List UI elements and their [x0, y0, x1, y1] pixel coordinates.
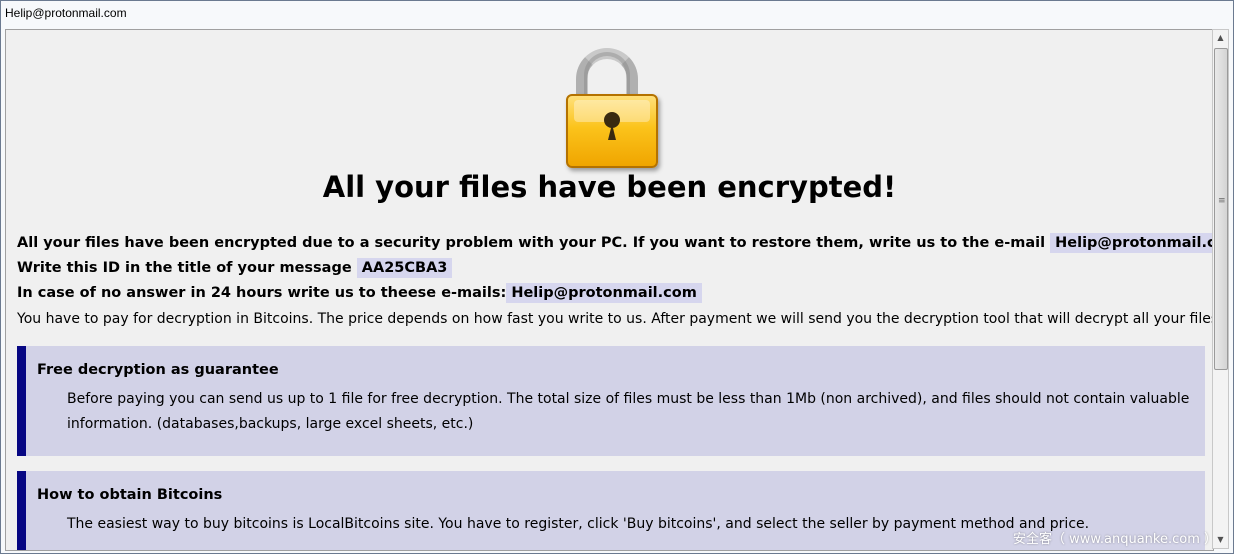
victim-id[interactable]: AA25CBA3 [356, 258, 453, 278]
message-text: Write this ID in the title of your messa… [17, 260, 352, 276]
window-title: Helip@protonmail.com [5, 6, 127, 20]
contact-email[interactable]: Helip@protonmail.com [1050, 233, 1213, 253]
panel-title: How to obtain Bitcoins [37, 487, 223, 503]
ransom-note-window: Helip@protonmail.com All your files have… [0, 0, 1234, 554]
message-line-2: Write this ID in the title of your messa… [17, 258, 453, 278]
message-text: All your files have been encrypted due t… [17, 235, 1046, 251]
padlock-icon [562, 44, 662, 168]
vertical-scrollbar[interactable]: ▲ ≡ ▼ [1212, 29, 1229, 549]
backup-email[interactable]: Helip@protonmail.com [506, 283, 702, 303]
message-text: In case of no answer in 24 hours write u… [17, 285, 507, 301]
message-line-1: All your files have been encrypted due t… [17, 233, 1213, 253]
message-line-4: You have to pay for decryption in Bitcoi… [17, 311, 1214, 327]
note-content: All your files have been encrypted! All … [5, 29, 1214, 551]
message-line-3: In case of no answer in 24 hours write u… [17, 283, 702, 303]
scroll-up-icon[interactable]: ▲ [1213, 30, 1228, 46]
panel-title: Free decryption as guarantee [37, 362, 279, 378]
panel-free-decryption: Free decryption as guarantee Before payi… [17, 346, 1205, 456]
headline: All your files have been encrypted! [322, 170, 897, 204]
scroll-thumb[interactable]: ≡ [1214, 48, 1228, 370]
watermark: 安全客（ www.anquanke.com ） [1013, 532, 1217, 547]
panel-text: Before paying you can send us up to 1 fi… [67, 391, 1190, 432]
